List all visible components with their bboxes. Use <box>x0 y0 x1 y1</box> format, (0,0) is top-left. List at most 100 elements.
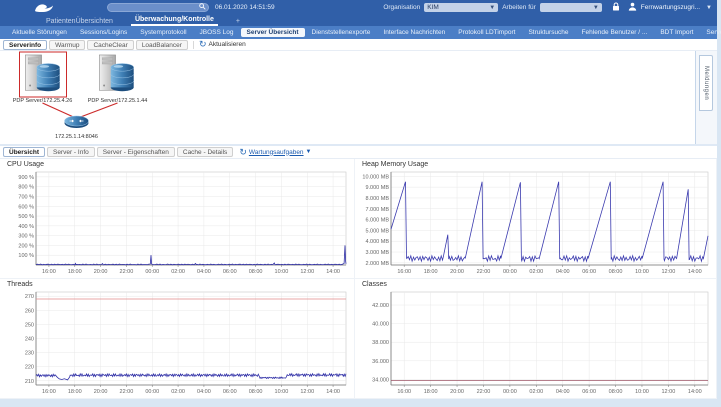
svg-text:12:00: 12:00 <box>661 269 675 275</box>
detail-tab-server-eigenschaften[interactable]: Server - Eigenschaften <box>97 147 175 157</box>
organisation-select[interactable]: KIM ▼ <box>424 3 498 12</box>
detail-tab-server-info[interactable]: Server - Info <box>47 147 95 157</box>
svg-text:210: 210 <box>25 379 34 385</box>
sub-tab-dienststellenexporte[interactable]: Dienststellenexporte <box>306 28 377 37</box>
svg-text:42.000: 42.000 <box>372 303 389 309</box>
toolbar-tab-loadbalancer[interactable]: LoadBalancer <box>136 40 188 50</box>
chevron-down-icon[interactable]: ▼ <box>306 149 312 155</box>
svg-text:16:00: 16:00 <box>397 389 411 395</box>
svg-text:12:00: 12:00 <box>300 389 314 395</box>
chart-title: Threads <box>3 280 351 289</box>
sub-tab-jboss-log[interactable]: JBOSS Log <box>194 28 240 37</box>
wartungsaufgaben-menu[interactable]: Wartungsaufgaben <box>249 149 304 156</box>
svg-text:16:00: 16:00 <box>397 269 411 275</box>
svg-text:14:00: 14:00 <box>326 269 340 275</box>
server-node-icon[interactable] <box>99 55 133 91</box>
svg-text:8.000 MB: 8.000 MB <box>365 196 389 202</box>
svg-text:10:00: 10:00 <box>635 269 649 275</box>
svg-text:06:00: 06:00 <box>582 269 596 275</box>
heap-memory-plot: 16:0018:0020:0022:0000:0002:0004:0006:00… <box>358 169 713 276</box>
svg-text:08:00: 08:00 <box>249 269 263 275</box>
brand-swan-logo-icon[interactable] <box>33 2 55 14</box>
svg-text:800 %: 800 % <box>18 185 34 191</box>
threads-plot: 16:0018:0020:0022:0000:0002:0004:0006:00… <box>3 289 351 396</box>
meldungen-panel-tab[interactable]: Meldungen <box>699 55 713 111</box>
arbeiten-fuer-select[interactable]: ▼ <box>540 3 602 12</box>
refresh-icon[interactable]: ↻ <box>239 148 247 157</box>
svg-text:02:00: 02:00 <box>529 269 543 275</box>
toolbar-tab-cacheclear[interactable]: CacheClear <box>87 40 133 50</box>
svg-text:10.000 MB: 10.000 MB <box>362 174 389 180</box>
svg-text:220: 220 <box>25 365 34 371</box>
load-balancer-icon[interactable] <box>65 116 89 128</box>
main-tab-+[interactable]: + <box>232 18 244 26</box>
svg-text:700 %: 700 % <box>18 194 34 200</box>
svg-text:10:00: 10:00 <box>635 389 649 395</box>
arbeiten-fuer-label: Arbeiten für <box>502 4 536 11</box>
svg-text:12:00: 12:00 <box>300 269 314 275</box>
sub-tab-server-übersicht[interactable]: Server Übersicht <box>241 28 305 37</box>
load-balancer-label: 172.25.1.14:8046 <box>55 134 98 140</box>
sub-tabs-group: Aktuelle StörungenSessions/LoginsSystemp… <box>6 28 721 37</box>
svg-text:100 %: 100 % <box>18 253 34 259</box>
main-tab-überwachung-kontrolle[interactable]: Überwachung/Kontrolle <box>131 16 218 26</box>
heap-memory-chart: Heap Memory Usage 16:0018:0020:0022:0000… <box>355 159 717 279</box>
server-node-icon[interactable] <box>25 55 59 91</box>
topology-diagram: PDP Server/172.25.4.26 PDP Server/172.25… <box>0 51 695 146</box>
svg-text:06:00: 06:00 <box>223 389 237 395</box>
chevron-down-icon: ▼ <box>593 5 599 11</box>
detail-tab-cache-details[interactable]: Cache - Details <box>177 147 233 157</box>
sub-tab-aktuelle-störungen[interactable]: Aktuelle Störungen <box>6 28 73 37</box>
lock-icon[interactable] <box>612 2 620 13</box>
svg-text:10:00: 10:00 <box>275 269 289 275</box>
chevron-down-icon[interactable]: ▼ <box>706 5 712 11</box>
sub-tab-protokoll-ldtimport[interactable]: Protokoll LDTimport <box>452 28 521 37</box>
sub-tab-interface-nachrichten[interactable]: Interface Nachrichten <box>377 28 451 37</box>
svg-text:12:00: 12:00 <box>661 389 675 395</box>
divider <box>193 41 194 49</box>
svg-text:22:00: 22:00 <box>120 389 134 395</box>
logged-in-user-menu[interactable]: Fernwartungszugri... <box>641 4 700 11</box>
svg-text:14:00: 14:00 <box>326 389 340 395</box>
svg-text:04:00: 04:00 <box>556 269 570 275</box>
svg-text:300 %: 300 % <box>18 234 34 240</box>
refresh-icon[interactable]: ↻ <box>199 40 207 49</box>
organisation-label: Organisation <box>383 4 420 11</box>
toolbar-tab-serverinfo[interactable]: Serverinfo <box>3 40 47 50</box>
chart-title: CPU Usage <box>3 160 351 169</box>
sub-tab-sessions-logins[interactable]: Sessions/Logins <box>74 28 133 37</box>
detail-tabs-group: ÜbersichtServer - InfoServer - Eigenscha… <box>3 147 233 157</box>
sub-tab-fehlende-benutzer[interactable]: Fehlende Benutzer / ... <box>576 28 654 37</box>
topology-link-line <box>81 103 118 117</box>
sub-tab-struktursuche[interactable]: Struktursuche <box>522 28 574 37</box>
svg-text:00:00: 00:00 <box>503 269 517 275</box>
svg-text:20:00: 20:00 <box>450 269 464 275</box>
top-bar: 06.01.2020 14:51:59 Organisation KIM ▼ A… <box>0 0 717 15</box>
server-topology-section: PDP Server/172.25.4.26 PDP Server/172.25… <box>0 51 717 146</box>
server-label: PDP Server/172.25.1.44 <box>88 98 148 104</box>
sub-tab-bar: Aktuelle StörungenSessions/LoginsSystemp… <box>0 26 717 39</box>
classes-chart: Classes 16:0018:0020:0022:0000:0002:0004… <box>355 279 717 399</box>
classes-plot: 16:0018:0020:0022:0000:0002:0004:0006:00… <box>358 289 713 396</box>
svg-text:260: 260 <box>25 308 34 314</box>
svg-text:7.000 MB: 7.000 MB <box>365 207 389 213</box>
sub-tab-bdt-import[interactable]: BDT Import <box>654 28 699 37</box>
svg-text:16:00: 16:00 <box>42 389 56 395</box>
svg-text:500 %: 500 % <box>18 214 34 220</box>
svg-text:18:00: 18:00 <box>68 269 82 275</box>
metrics-charts-grid: CPU Usage 16:0018:0020:0022:0000:0002:00… <box>0 159 717 399</box>
sub-tab-systemprotokoll[interactable]: Systemprotokoll <box>134 28 192 37</box>
svg-text:14:00: 14:00 <box>688 269 702 275</box>
search-icon[interactable] <box>199 3 206 12</box>
svg-text:3.000 MB: 3.000 MB <box>365 250 389 256</box>
svg-text:20:00: 20:00 <box>94 389 108 395</box>
main-tab-patientenübersichten[interactable]: PatientenÜbersichten <box>42 18 117 26</box>
svg-text:00:00: 00:00 <box>145 269 159 275</box>
detail-tab-übersicht[interactable]: Übersicht <box>3 147 45 157</box>
toolbar-tab-warmup[interactable]: Warmup <box>49 40 85 50</box>
refresh-button[interactable]: Aktualisieren <box>208 41 245 48</box>
svg-text:240: 240 <box>25 337 34 343</box>
search-input[interactable] <box>110 4 199 11</box>
sub-tab-server-metrics[interactable]: Server Metrics <box>700 28 721 37</box>
svg-text:06:00: 06:00 <box>582 389 596 395</box>
